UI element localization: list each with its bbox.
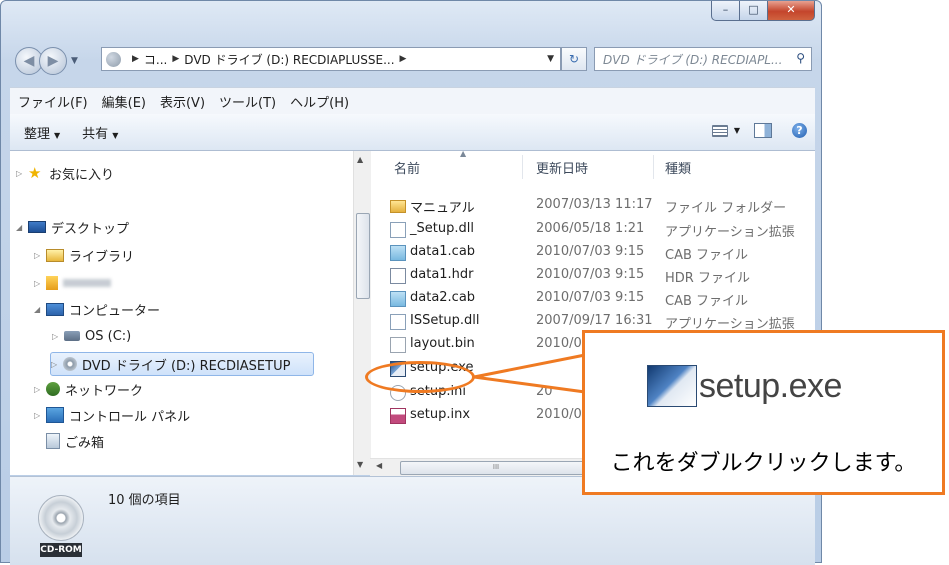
callout-filename: setup.exe bbox=[699, 366, 842, 405]
instruction-callout: setup.exe これをダブルクリックします。 bbox=[582, 330, 945, 495]
callout-instruction: これをダブルクリックします。 bbox=[610, 451, 917, 476]
exe-icon bbox=[647, 365, 697, 407]
setup-exe-preview: setup.exe bbox=[647, 365, 842, 407]
